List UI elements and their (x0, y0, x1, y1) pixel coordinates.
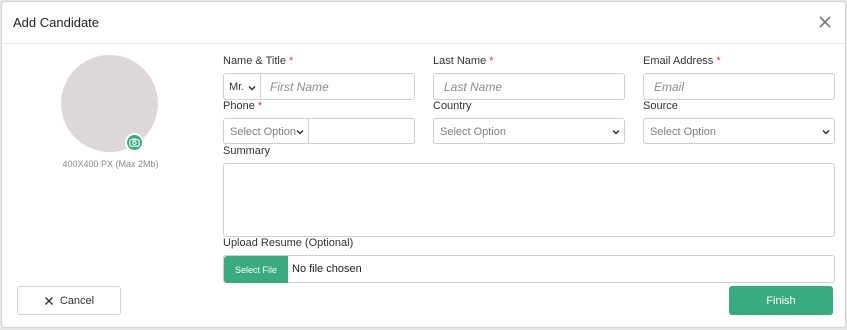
finish-button[interactable]: Finish (729, 286, 833, 315)
last-name-input[interactable]: Last Name (433, 73, 625, 100)
add-candidate-modal: Add Candidate 400X400 PX (Max 2Mb) Name … (1, 1, 846, 328)
country-select[interactable]: Select Option (433, 118, 625, 144)
avatar-placeholder[interactable] (61, 55, 158, 152)
email-input[interactable]: Email (643, 73, 835, 100)
first-name-input[interactable]: First Name (270, 80, 329, 94)
last-name-label: Last Name * (433, 55, 494, 67)
phone-label: Phone * (223, 100, 263, 112)
summary-textarea[interactable] (223, 163, 835, 237)
title-select[interactable]: Mr. (224, 74, 260, 99)
phone-code-select[interactable]: Select Option (224, 119, 308, 143)
file-status-text: No file chosen (292, 263, 362, 275)
modal-title: Add Candidate (13, 15, 100, 30)
required-marker: * (257, 100, 263, 112)
camera-icon[interactable] (125, 133, 144, 152)
summary-label: Summary (223, 145, 271, 157)
phone-number-input[interactable] (309, 119, 414, 143)
cancel-button[interactable]: Cancel (17, 286, 121, 315)
first-name-group: Mr. First Name (223, 73, 415, 100)
chevron-down-icon (612, 129, 620, 135)
x-icon (44, 296, 53, 305)
chevron-down-icon (248, 85, 256, 91)
required-marker: * (716, 55, 721, 67)
chevron-down-icon (822, 129, 830, 135)
field-divider (260, 74, 261, 99)
modal-header: Add Candidate (2, 2, 845, 44)
email-label: Email Address * (643, 55, 721, 67)
country-label: Country (433, 100, 472, 112)
required-marker: * (288, 55, 294, 67)
select-file-button[interactable]: Select File (224, 256, 288, 283)
close-icon[interactable] (817, 14, 833, 30)
phone-group: Select Option (223, 118, 415, 144)
name-title-label: Name & Title * (223, 55, 294, 67)
avatar-size-hint: 400X400 PX (Max 2Mb) (62, 159, 159, 169)
source-label: Source (643, 100, 678, 112)
upload-resume-label: Upload Resume (Optional) (223, 237, 354, 249)
chevron-down-icon (296, 129, 304, 135)
required-marker: * (489, 55, 494, 67)
source-select[interactable]: Select Option (643, 118, 835, 144)
